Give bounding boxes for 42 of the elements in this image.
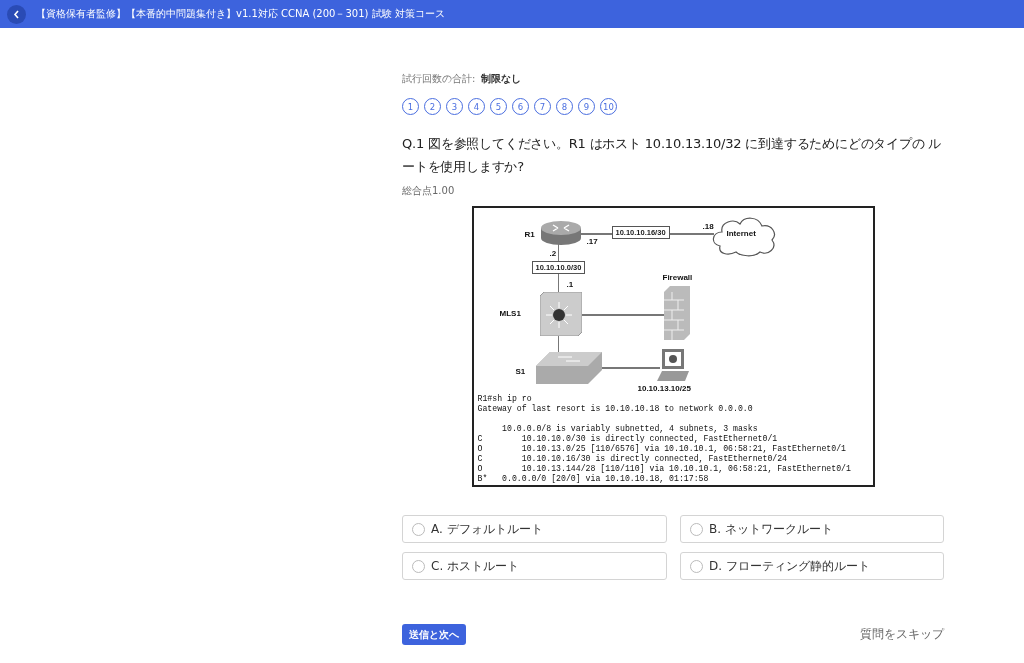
question-number[interactable]: 9 <box>578 98 595 115</box>
diagram-label: 10.10.13.10/25 <box>637 384 691 393</box>
diagram-label: R1 <box>524 230 535 239</box>
attempts-value: 制限なし <box>481 72 522 86</box>
option-label: B. ネットワークルート <box>709 520 833 538</box>
skip-link[interactable]: 質問をスキップ <box>860 626 944 643</box>
points-text: 総合点1.00 <box>402 184 456 198</box>
diagram-label: .17 <box>586 237 598 246</box>
option-label: A. デフォルトルート <box>431 520 543 538</box>
question-number[interactable]: 3 <box>446 98 463 115</box>
chevron-left-icon <box>13 9 20 19</box>
option-label: C. ホストルート <box>431 557 519 575</box>
diagram-label: .2 <box>549 249 557 258</box>
question-number[interactable]: 4 <box>468 98 485 115</box>
question-number[interactable]: 10 <box>600 98 617 115</box>
computer-icon <box>656 349 689 381</box>
diagram-label: Internet <box>726 229 756 238</box>
diagram-label: .1 <box>566 280 574 289</box>
switch-icon <box>535 352 602 384</box>
submit-button[interactable]: 送信と次へ <box>402 624 466 645</box>
course-title: 【資格保有者監修】【本番的中問題集付き】v1.1対応 CCNA (200－301) 試験 対策コース <box>36 7 445 21</box>
multilayer-switch-icon <box>539 292 582 336</box>
diagram-label: MLS1 <box>499 309 521 318</box>
question-number[interactable]: 7 <box>534 98 551 115</box>
diagram-label: Firewall <box>662 273 693 282</box>
attempts-label: 試行回数の合計: <box>402 72 476 86</box>
diagram-label: S1 <box>515 367 526 376</box>
diagram-label: .18 <box>702 222 714 231</box>
routing-table-output: R1#sh ip ro Gateway of last resort is 10.10.10.18 to network 0.0.0.0 10.0.0.0/8 is variably subnetted, 4 subnets, 3 masks C 10.10.10.0/30 is directly connected, FastEthernet0/1 O 10.10.13.0/25 [110/6576] via 10.10.10.1, 06:58:21, FastEthernet0/1 C 10.10.10.16/30 is directly connected, FastEthernet0/24 O 10.10.13.144/28 [110/110] via 10.10.10.1, 06:58:21, FastEthernet0/1 B* 0.0.0.0/0 [20/0] via 10.10.10.18, 01:17:58 <box>477 394 851 484</box>
question-text: Q.1 図を参照してください。R1 はホスト 10.10.13.10/32 に到達するためにどのタイプの ルートを使用しますか? <box>402 135 943 176</box>
answer-option[interactable]: B. ネットワークルート <box>680 515 944 543</box>
question-number[interactable]: 6 <box>512 98 529 115</box>
answer-option[interactable]: D. フローティング静的ルート <box>680 552 944 580</box>
question-number[interactable]: 2 <box>424 98 441 115</box>
option-label: D. フローティング静的ルート <box>709 557 870 575</box>
answer-option[interactable]: C. ホストルート <box>402 552 667 580</box>
question-number[interactable]: 5 <box>490 98 507 115</box>
answer-option[interactable]: A. デフォルトルート <box>402 515 667 543</box>
question-number[interactable]: 1 <box>402 98 419 115</box>
back-button[interactable] <box>7 4 26 24</box>
firewall-icon <box>663 286 690 340</box>
question-number[interactable]: 8 <box>556 98 573 115</box>
